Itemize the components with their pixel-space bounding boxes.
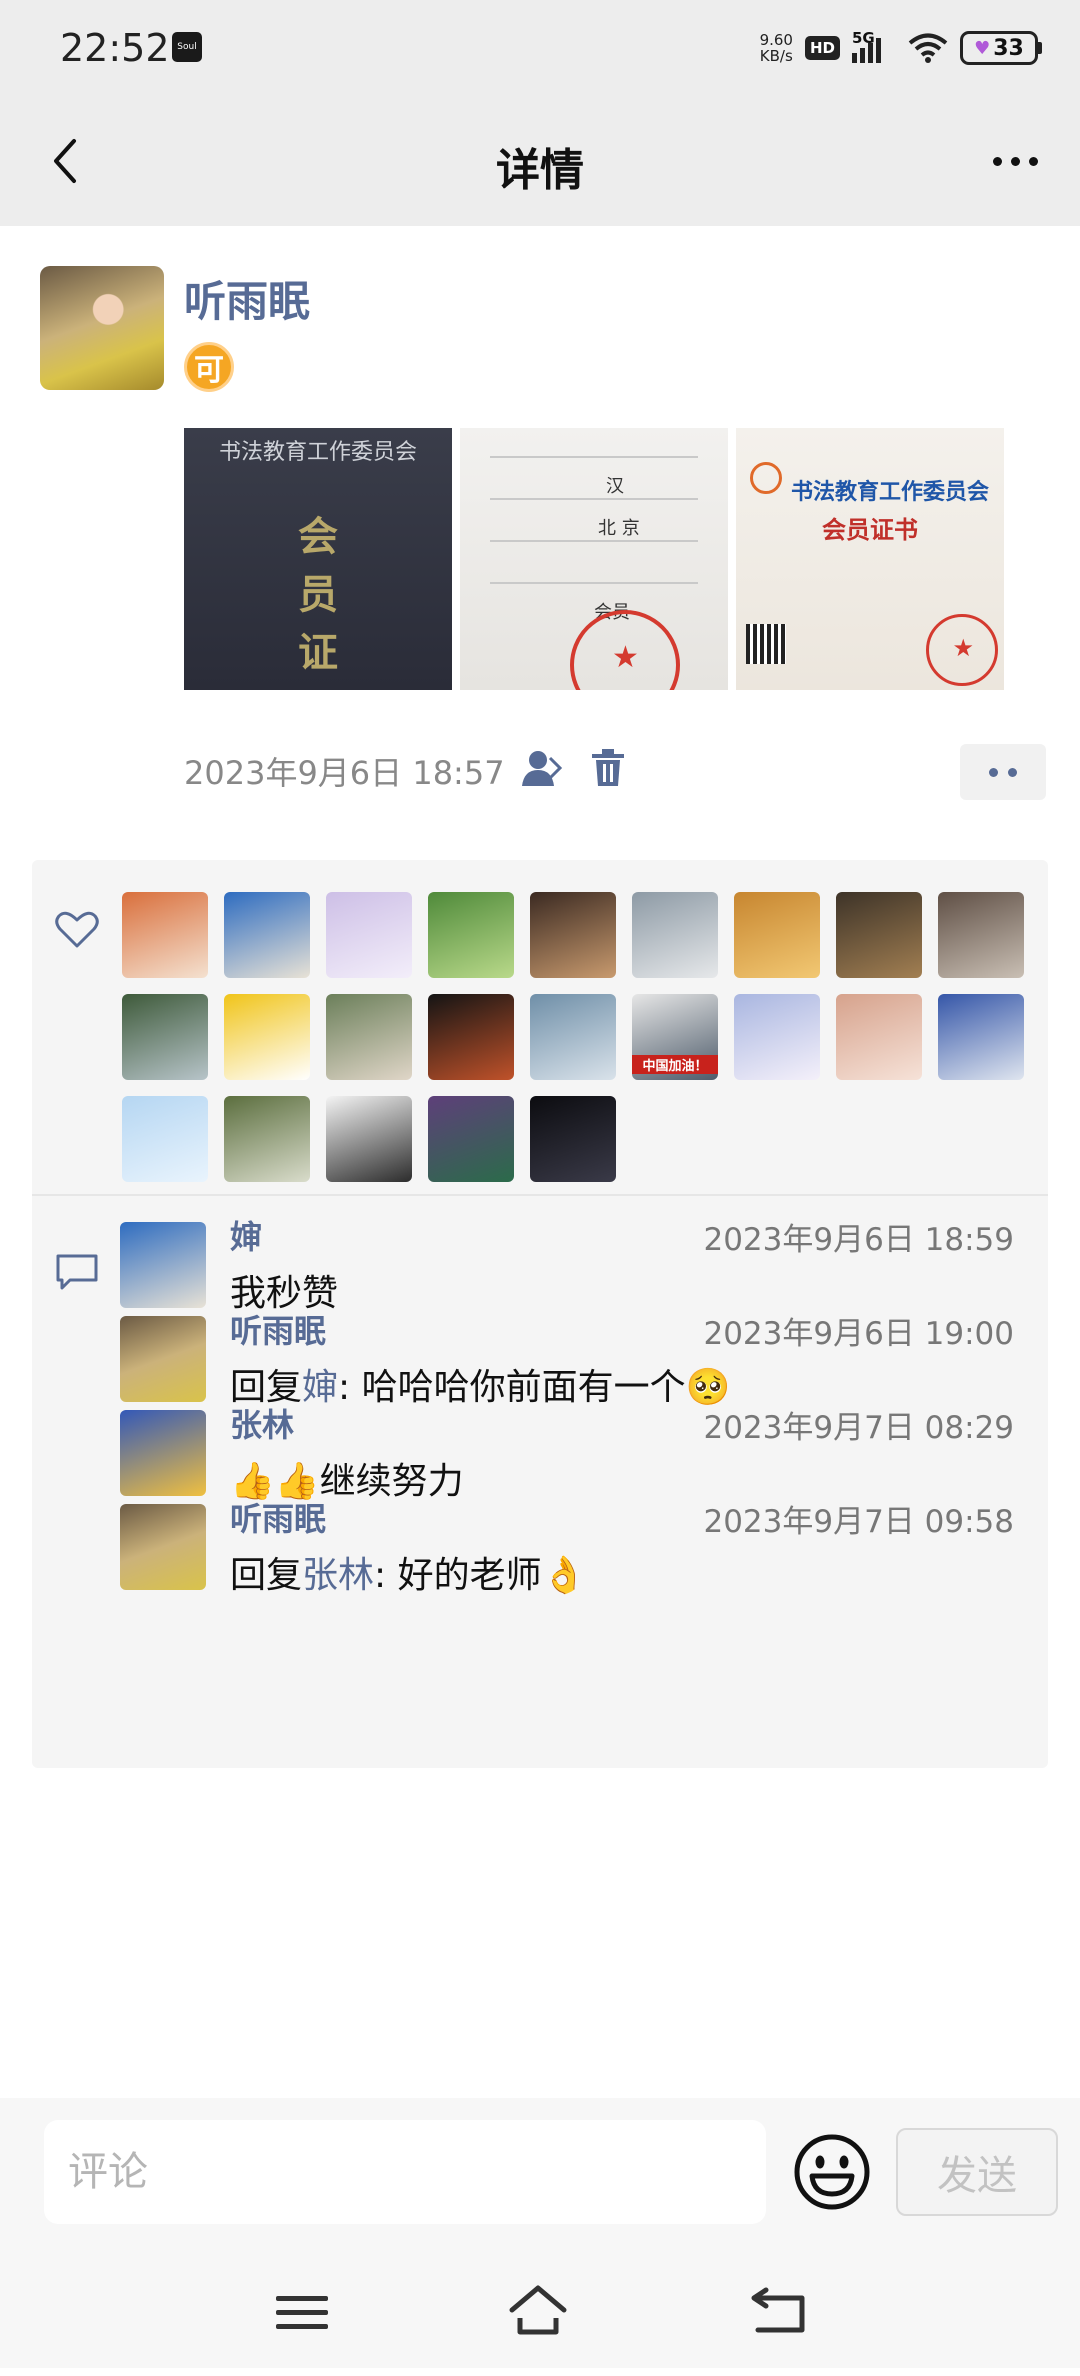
liker-avatar[interactable] xyxy=(530,892,616,978)
liker-avatar[interactable] xyxy=(734,892,820,978)
comment-time: 2023年9月6日 19:00 xyxy=(703,1316,1014,1352)
liker-avatar[interactable] xyxy=(428,994,514,1080)
net-speed-unit: KB/s xyxy=(759,47,793,65)
comment-author[interactable]: 婶 xyxy=(230,1212,262,1258)
likes-panel: 中国加油！ xyxy=(32,860,1048,1194)
heart-icon: ♥ xyxy=(974,37,991,59)
post-photo-3[interactable]: 书法教育工作委员会 会员证书 ★ xyxy=(736,428,1004,690)
comment-input[interactable] xyxy=(44,2120,766,2224)
battery-icon: ♥ 33 xyxy=(960,31,1042,65)
heart-outline-icon xyxy=(55,911,99,948)
page-title: 详情 xyxy=(496,145,584,196)
ok-hand-icon: 👌 xyxy=(541,1555,587,1596)
liker-avatar[interactable] xyxy=(122,1096,208,1182)
network-type: 5G xyxy=(852,29,875,47)
comments-panel: 婶 2023年9月6日 18:59 我秒赞 听雨眠 2023年9月6日 19:0… xyxy=(32,1196,1048,1768)
status-indicators: 9.60 KB/s HD 5G ♥ 33 xyxy=(760,28,1042,68)
battery-level: 33 xyxy=(993,35,1024,61)
photo-2-field-1: 汉 xyxy=(606,476,624,497)
author-badge: 可 xyxy=(184,342,234,392)
liker-avatar[interactable] xyxy=(938,994,1024,1080)
avatar-label: 中国加油！ xyxy=(632,1055,718,1074)
like-avatar-grid: 中国加油！ xyxy=(122,892,1032,1182)
wifi-icon xyxy=(908,33,948,63)
net-speed: 9.60 KB/s xyxy=(760,32,793,64)
liker-avatar[interactable] xyxy=(122,892,208,978)
comment-author[interactable]: 张林 xyxy=(230,1400,294,1446)
liker-avatar[interactable] xyxy=(938,892,1024,978)
liker-avatar[interactable] xyxy=(122,994,208,1080)
home-icon[interactable] xyxy=(506,2282,570,2338)
photo-3-title: 书法教育工作委员会 xyxy=(790,479,989,505)
comment-bubble-icon xyxy=(56,1254,98,1290)
send-button[interactable]: 发送 xyxy=(896,2128,1058,2216)
photo-1-title: 书法教育工作委员会 xyxy=(218,440,417,465)
soul-app-icon: Soul xyxy=(172,32,202,62)
star-icon: ★ xyxy=(952,634,974,662)
photo-3-subtitle: 会员证书 xyxy=(822,515,918,544)
liker-avatar[interactable] xyxy=(326,1096,412,1182)
back-nav-icon[interactable] xyxy=(748,2284,810,2336)
dot-icon xyxy=(989,767,998,777)
menu-icon[interactable] xyxy=(272,2290,332,2336)
status-bar: 22:52 Soul 9.60 KB/s HD 5G ♥ 33 xyxy=(0,0,1080,96)
post-author-name[interactable]: 听雨眠 xyxy=(184,268,310,329)
trash-icon[interactable] xyxy=(590,748,626,788)
signal-icon: 5G xyxy=(852,29,896,63)
liker-avatar[interactable] xyxy=(632,892,718,978)
liker-avatar[interactable] xyxy=(428,1096,514,1182)
liker-avatar[interactable] xyxy=(224,892,310,978)
liker-avatar[interactable] xyxy=(326,994,412,1080)
reply-target[interactable]: 张林 xyxy=(302,1555,374,1596)
star-icon: ★ xyxy=(612,640,639,675)
post-timestamp: 2023年9月6日 18:57 xyxy=(184,754,505,792)
hd-badge: HD xyxy=(804,36,840,60)
comment-item[interactable]: 听雨眠 2023年9月7日 09:58 回复张林: 好的老师👌 xyxy=(120,1478,1030,1608)
post-author-avatar[interactable] xyxy=(40,266,164,390)
qr-code-icon xyxy=(746,624,786,664)
dot-icon xyxy=(1008,767,1017,777)
liker-avatar[interactable] xyxy=(428,892,514,978)
liker-avatar[interactable] xyxy=(734,994,820,1080)
comment-author[interactable]: 听雨眠 xyxy=(230,1494,326,1540)
photo-1-cover-text: 会 员 证 xyxy=(298,513,338,676)
liker-avatar[interactable]: 中国加油！ xyxy=(632,994,718,1080)
liker-avatar[interactable] xyxy=(530,1096,616,1182)
liker-avatar[interactable] xyxy=(224,1096,310,1182)
more-dot-icon xyxy=(1010,156,1020,166)
comment-avatar[interactable] xyxy=(120,1504,206,1590)
more-dot-icon xyxy=(1028,156,1038,166)
liker-avatar[interactable] xyxy=(836,994,922,1080)
liker-avatar[interactable] xyxy=(224,994,310,1080)
post-photo-1[interactable]: 书法教育工作委员会 会 员 证 xyxy=(184,428,452,690)
more-dot-icon xyxy=(992,156,1002,166)
comment-text: 回复张林: 好的老师👌 xyxy=(230,1555,587,1596)
comment-author[interactable]: 听雨眠 xyxy=(230,1306,326,1352)
more-options-button[interactable] xyxy=(980,126,1050,196)
comment-time: 2023年9月7日 08:29 xyxy=(703,1410,1014,1446)
emoji-icon[interactable] xyxy=(792,2132,872,2212)
liker-avatar[interactable] xyxy=(836,892,922,978)
photo-2-field-2: 北 京 xyxy=(598,518,640,539)
post-action-button[interactable] xyxy=(960,744,1046,800)
comment-time: 2023年9月7日 09:58 xyxy=(703,1504,1014,1540)
net-speed-value: 9.60 xyxy=(759,31,793,49)
visibility-person-icon[interactable] xyxy=(520,748,564,788)
comment-time: 2023年9月6日 18:59 xyxy=(703,1222,1014,1258)
liker-avatar[interactable] xyxy=(530,994,616,1080)
liker-avatar[interactable] xyxy=(326,892,412,978)
title-bar: 详情 xyxy=(0,96,1080,226)
status-time: 22:52 xyxy=(60,26,170,70)
post-photo-2[interactable]: 汉 北 京 会员 ★ xyxy=(460,428,728,690)
